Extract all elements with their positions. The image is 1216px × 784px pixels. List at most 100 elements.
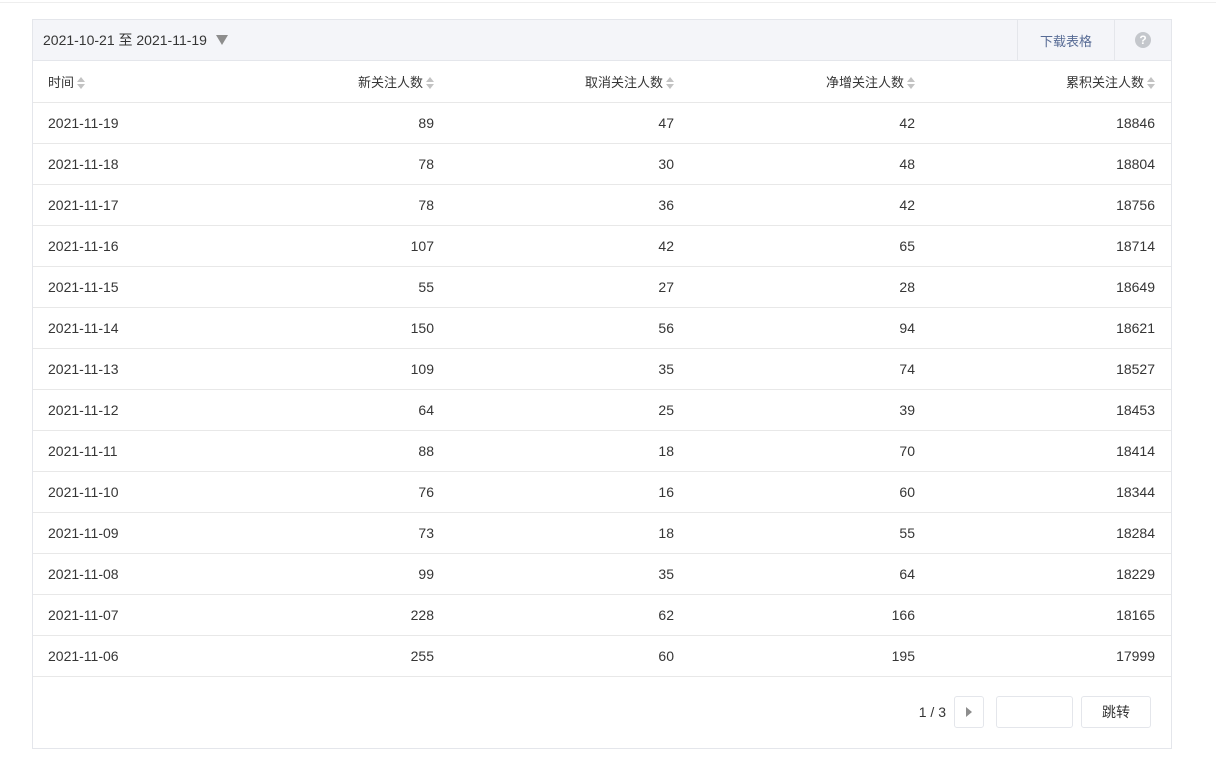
cell-net-follows: 166 — [690, 594, 931, 636]
cell-total-follows: 18344 — [931, 471, 1171, 513]
cell-net-follows: 74 — [690, 348, 931, 390]
sort-icon[interactable] — [77, 77, 86, 90]
cell-time: 2021-11-19 — [33, 102, 209, 144]
cell-total-follows: 18165 — [931, 594, 1171, 636]
cell-unfollows: 42 — [450, 225, 690, 267]
cell-unfollows: 47 — [450, 102, 690, 144]
pagination: 1 / 3 跳转 — [919, 696, 1151, 728]
next-page-button[interactable] — [954, 696, 984, 728]
cell-unfollows: 35 — [450, 553, 690, 595]
cell-new-follows: 99 — [209, 553, 450, 595]
cell-net-follows: 70 — [690, 430, 931, 472]
cell-total-follows: 18621 — [931, 307, 1171, 349]
cell-net-follows: 60 — [690, 471, 931, 513]
column-header-label: 累积关注人数 — [1065, 74, 1144, 90]
table-row: 2021-11-19 89 47 42 18846 — [33, 102, 1171, 144]
column-header-net-follows[interactable]: 净增关注人数 — [690, 61, 931, 103]
cell-unfollows: 35 — [450, 348, 690, 390]
column-header-label: 新关注人数 — [357, 74, 423, 90]
cell-unfollows: 36 — [450, 184, 690, 226]
cell-time: 2021-11-07 — [33, 594, 209, 636]
cell-time: 2021-11-18 — [33, 143, 209, 185]
cell-new-follows: 255 — [209, 635, 450, 677]
table-row: 2021-11-11 88 18 70 18414 — [33, 430, 1171, 472]
cell-unfollows: 60 — [450, 635, 690, 677]
cell-time: 2021-11-13 — [33, 348, 209, 390]
sort-icon[interactable] — [907, 77, 915, 90]
cell-new-follows: 109 — [209, 348, 450, 390]
cell-time: 2021-11-15 — [33, 266, 209, 308]
cell-time: 2021-11-17 — [33, 184, 209, 226]
caret-right-icon — [966, 707, 972, 717]
cell-net-follows: 42 — [690, 102, 931, 144]
table-row: 2021-11-10 76 16 60 18344 — [33, 471, 1171, 513]
cell-net-follows: 48 — [690, 143, 931, 185]
cell-time: 2021-11-08 — [33, 553, 209, 595]
cell-time: 2021-11-12 — [33, 389, 209, 431]
cell-new-follows: 88 — [209, 430, 450, 472]
cell-unfollows: 16 — [450, 471, 690, 513]
cell-total-follows: 18284 — [931, 512, 1171, 554]
sort-icon[interactable] — [1147, 77, 1155, 90]
column-header-label: 净增关注人数 — [825, 74, 904, 90]
cell-net-follows: 65 — [690, 225, 931, 267]
cell-total-follows: 18804 — [931, 143, 1171, 185]
column-header-unfollows[interactable]: 取消关注人数 — [450, 61, 690, 103]
cell-net-follows: 28 — [690, 266, 931, 308]
cell-unfollows: 25 — [450, 389, 690, 431]
column-header-label: 取消关注人数 — [584, 74, 663, 90]
column-header-total-follows[interactable]: 累积关注人数 — [931, 61, 1171, 103]
cell-new-follows: 78 — [209, 143, 450, 185]
page-info: 1 / 3 — [918, 704, 946, 720]
cell-total-follows: 17999 — [931, 635, 1171, 677]
table-row: 2021-11-12 64 25 39 18453 — [33, 389, 1171, 431]
sort-icon[interactable] — [426, 77, 434, 90]
caret-down-icon — [215, 35, 228, 45]
cell-new-follows: 89 — [209, 102, 450, 144]
table-toolbar: 2021-10-21 至 2021-11-19 下载表格 ? — [33, 20, 1171, 61]
table-row: 2021-11-17 78 36 42 18756 — [33, 184, 1171, 226]
cell-new-follows: 107 — [209, 225, 450, 267]
table-header-row: 时间 新关注人数 取消关注人数 净增关注人数 累积关注人数 — [33, 61, 1171, 103]
cell-net-follows: 39 — [690, 389, 931, 431]
table-row: 2021-11-15 55 27 28 18649 — [33, 266, 1171, 308]
jump-page-input[interactable] — [996, 696, 1073, 728]
cell-total-follows: 18714 — [931, 225, 1171, 267]
cell-unfollows: 30 — [450, 143, 690, 185]
cell-unfollows: 18 — [450, 430, 690, 472]
date-range-label: 2021-10-21 至 2021-11-19 — [43, 32, 207, 48]
cell-time: 2021-11-09 — [33, 512, 209, 554]
cell-new-follows: 76 — [209, 471, 450, 513]
table-row: 2021-11-09 73 18 55 18284 — [33, 512, 1171, 554]
table-row: 2021-11-06 255 60 195 17999 — [33, 635, 1171, 677]
table-row: 2021-11-07 228 62 166 18165 — [33, 594, 1171, 636]
cell-new-follows: 228 — [209, 594, 450, 636]
cell-total-follows: 18846 — [931, 102, 1171, 144]
table-row: 2021-11-13 109 35 74 18527 — [33, 348, 1171, 390]
help-icon[interactable]: ? — [1135, 32, 1151, 48]
table-row: 2021-11-16 107 42 65 18714 — [33, 225, 1171, 267]
date-range-picker[interactable]: 2021-10-21 至 2021-11-19 — [33, 30, 228, 50]
column-header-new-follows[interactable]: 新关注人数 — [209, 61, 450, 103]
cell-total-follows: 18414 — [931, 430, 1171, 472]
column-header-label: 时间 — [48, 74, 75, 90]
column-header-time[interactable]: 时间 — [33, 61, 209, 103]
cell-new-follows: 55 — [209, 266, 450, 308]
cell-time: 2021-11-14 — [33, 307, 209, 349]
cell-total-follows: 18229 — [931, 553, 1171, 595]
cell-unfollows: 18 — [450, 512, 690, 554]
cell-net-follows: 195 — [690, 635, 931, 677]
cell-new-follows: 78 — [209, 184, 450, 226]
cell-new-follows: 73 — [209, 512, 450, 554]
cell-net-follows: 55 — [690, 512, 931, 554]
cell-time: 2021-11-06 — [33, 635, 209, 677]
stats-table: 时间 新关注人数 取消关注人数 净增关注人数 累积关注人数 2021-11-19 89 47… — [33, 61, 1171, 677]
sort-icon[interactable] — [666, 77, 674, 90]
cell-time: 2021-11-16 — [33, 225, 209, 267]
download-table-button[interactable]: 下载表格 — [1017, 20, 1115, 60]
cell-time: 2021-11-10 — [33, 471, 209, 513]
table-row: 2021-11-08 99 35 64 18229 — [33, 553, 1171, 595]
cell-net-follows: 64 — [690, 553, 931, 595]
cell-net-follows: 94 — [690, 307, 931, 349]
jump-button[interactable]: 跳转 — [1081, 696, 1151, 728]
